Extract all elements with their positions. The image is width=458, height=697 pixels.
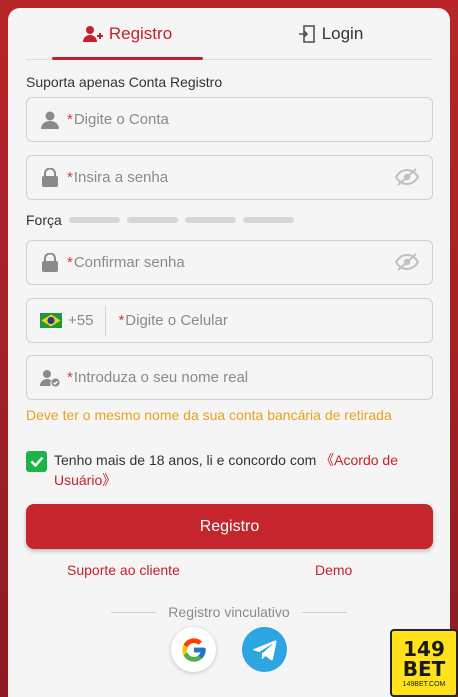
phone-required-mark: *	[118, 312, 125, 329]
password-strength: Força	[26, 212, 294, 228]
password-placeholder: Insira a senha	[73, 169, 169, 186]
account-field[interactable]: * Digite o Conta	[26, 97, 433, 142]
google-icon	[181, 637, 206, 662]
tab-login[interactable]: Login	[229, 8, 432, 59]
brand-logo-number: 149	[403, 636, 445, 661]
agreement-checkbox[interactable]	[26, 451, 47, 472]
strength-label: Força	[26, 212, 62, 228]
tab-login-label: Login	[321, 23, 364, 43]
telegram-login-button[interactable]	[242, 627, 287, 672]
country-selector[interactable]: +55	[40, 305, 107, 336]
realname-required-mark: *	[67, 369, 73, 386]
strength-bar	[68, 217, 120, 223]
brand-logo-word: BET	[402, 656, 446, 681]
demo-link[interactable]: Demo	[315, 562, 352, 578]
country-code: +55	[68, 312, 94, 329]
add-user-icon	[82, 25, 103, 42]
brazil-flag-icon	[40, 313, 62, 328]
strength-bar	[126, 217, 178, 223]
user-icon	[40, 110, 60, 130]
customer-support-link[interactable]: Suporte ao cliente	[67, 562, 180, 578]
realname-placeholder: Introduza o seu nome real	[73, 369, 249, 386]
register-button[interactable]: Registro	[26, 504, 433, 549]
telegram-icon	[252, 639, 277, 660]
user-check-icon	[40, 368, 60, 388]
google-login-button[interactable]	[171, 627, 216, 672]
brand-logo-domain: 149BET.COM	[402, 680, 446, 688]
strength-bar	[184, 217, 236, 223]
realname-field[interactable]: * Introduza o seu nome real	[26, 355, 433, 400]
lock-icon	[40, 253, 60, 273]
binding-register-text: Registro vinculativo	[168, 604, 290, 620]
phone-field[interactable]: +55 * Digite o Celular	[26, 298, 433, 343]
checkmark-icon	[30, 456, 43, 467]
register-modal: Registro Login Suporta apenas Conta Regi…	[8, 8, 450, 697]
eye-slash-icon[interactable]	[394, 167, 420, 192]
password-field[interactable]: * Insira a senha	[26, 155, 433, 200]
phone-placeholder: Digite o Celular	[125, 312, 228, 329]
login-door-icon	[298, 24, 315, 43]
eye-slash-icon[interactable]	[394, 252, 420, 277]
brand-logo-badge: 149 BET 149BET.COM	[390, 629, 458, 697]
tab-registro-label: Registro	[108, 23, 173, 43]
lock-icon	[40, 168, 60, 188]
account-placeholder: Digite o Conta	[73, 111, 169, 128]
tab-registro[interactable]: Registro	[26, 8, 229, 60]
agreement-statement: Tenho mais de 18 anos, li e concordo com	[54, 452, 321, 468]
confirm-placeholder: Confirmar senha	[73, 254, 185, 271]
divider-line	[111, 611, 157, 613]
divider-line	[301, 611, 347, 613]
agreement-row: Tenho mais de 18 anos, li e concordo com…	[26, 450, 426, 490]
auth-tabs: Registro Login	[26, 8, 432, 60]
confirm-required-mark: *	[67, 254, 73, 271]
strength-bar	[242, 217, 294, 223]
password-required-mark: *	[67, 169, 73, 186]
support-note: Suporta apenas Conta Registro	[26, 74, 223, 90]
account-required-mark: *	[67, 111, 73, 128]
confirm-password-field[interactable]: * Confirmar senha	[26, 240, 433, 285]
agreement-text: Tenho mais de 18 anos, li e concordo com…	[54, 450, 426, 490]
realname-hint: Deve ter o mesmo nome da sua conta bancá…	[26, 407, 392, 423]
binding-divider: Registro vinculativo	[8, 604, 450, 620]
